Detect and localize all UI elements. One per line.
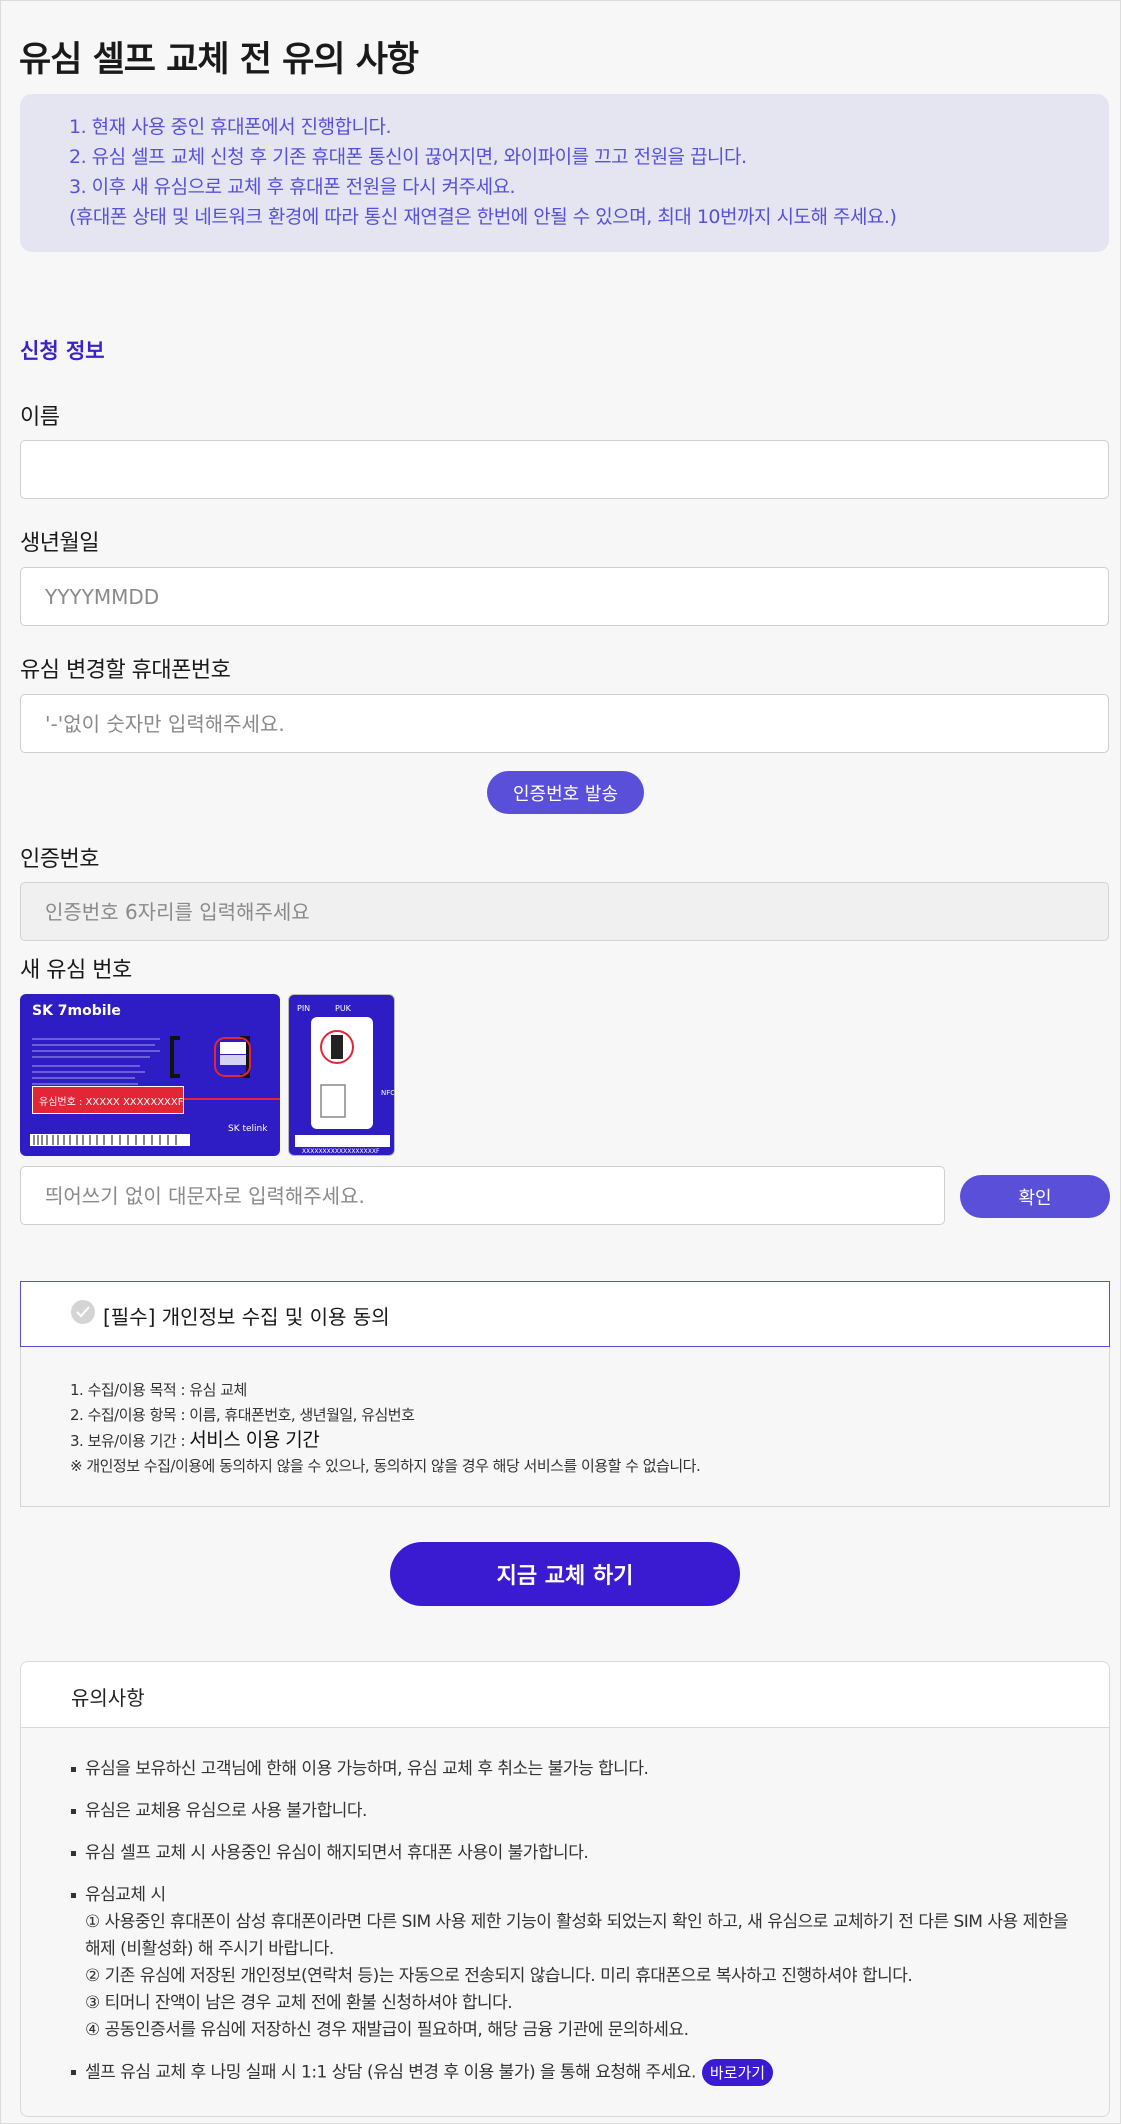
consent-period: 3. 보유/이용 기간 : 서비스 이용 기간 [70,1428,700,1454]
submit-button[interactable]: 지금 교체 하기 [390,1542,740,1606]
caution-item: 셀프 유심 교체 후 나밍 실패 시 1:1 상담 (유심 변경 후 이용 불가… [71,2059,1081,2087]
birth-label: 생년월일 [20,531,99,556]
consent-purpose: 1. 수집/이용 목적 : 유심 교체 [70,1381,247,1399]
sim-nfc-label: NFC [381,1089,395,1097]
check-circle-icon[interactable] [71,1300,95,1324]
consent-note: ※ 개인정보 수집/이용에 동의하지 않을 수 있으나, 동의하지 않을 경우 … [70,1457,701,1475]
birth-input[interactable] [20,567,1109,626]
notice-line: (휴대폰 상태 및 네트워크 환경에 따라 통신 재연결은 한번에 안될 수 있… [69,206,897,228]
name-input[interactable] [20,440,1109,499]
consent-period-prefix: 3. 보유/이용 기간 : [70,1432,190,1450]
sim-number-input[interactable] [20,1166,945,1225]
caution-item: 유심은 교체용 유심으로 사용 불가합니다. [71,1798,1081,1825]
consent-items: 2. 수집/이용 항목 : 이름, 휴대폰번호, 생년월일, 유심번호 [70,1406,415,1424]
auth-label: 인증번호 [20,847,99,872]
go-button[interactable]: 바로가기 [701,2059,774,2086]
caution-item: 유심교체 시 ① 사용중인 휴대폰이 삼성 휴대폰이라면 다른 SIM 사용 제… [71,1882,1081,2044]
sim-telink-logo: SK telink [228,1124,268,1134]
caution-item-text: 셀프 유심 교체 후 나밍 실패 시 1:1 상담 (유심 변경 후 이용 불가… [85,2062,696,2083]
caution-sub-item: ③ 티머니 잔액이 남은 경우 교체 전에 환불 신청하셔야 합니다. [85,1993,513,2013]
consent-period-value: 서비스 이용 기간 [189,1429,320,1451]
sim-serial-label-box: 유심번호 : XXXXX XXXXXXXXF [32,1086,184,1114]
caution-box: 유의사항 유심을 보유하신 고객님에 한해 이용 가능하며, 유심 교체 후 취… [20,1661,1110,2117]
sim-back-decoration [295,1017,390,1147]
consent-details: 1. 수집/이용 목적 : 유심 교체 2. 수집/이용 항목 : 이름, 휴대… [70,1378,701,1479]
sim-barcode-text: XXXXXXXXXXXXXXXXXXF [302,1148,380,1155]
caution-sub-item: ② 기존 유심에 저장된 개인정보(연락처 등)는 자동으로 전송되지 않습니다… [85,1966,913,1986]
phone-input[interactable] [20,694,1109,753]
notice-line: 1. 현재 사용 중인 휴대폰에서 진행합니다. [69,116,392,138]
notice-box: 1. 현재 사용 중인 휴대폰에서 진행합니다. 2. 유심 셀프 교체 신청 … [20,94,1109,252]
caution-title: 유의사항 [21,1662,1109,1728]
consent-title: [필수] 개인정보 수집 및 이용 동의 [103,1305,390,1329]
section-title: 신청 정보 [20,339,105,363]
confirm-button[interactable]: 확인 [960,1175,1110,1218]
consent-box: [필수] 개인정보 수집 및 이용 동의 1. 수집/이용 목적 : 유심 교체… [20,1281,1110,1507]
caution-item: 유심을 보유하신 고객님에 한해 이용 가능하며, 유심 교체 후 취소는 불가… [71,1756,1081,1783]
notice-line: 2. 유심 셀프 교체 신청 후 기존 휴대폰 통신이 끊어지면, 와이파이를 … [69,146,747,168]
caution-list: 유심을 보유하신 고객님에 한해 이용 가능하며, 유심 교체 후 취소는 불가… [71,1756,1081,2102]
caution-item-title: 유심교체 시 [85,1885,166,1905]
sim-card-back-image: PIN PUK NFC XXXXXXXXXXXXXXXXXXF [288,994,395,1156]
auth-code-input[interactable] [20,882,1109,941]
sim-serial-label: 유심번호 : XXXXX XXXXXXXXF [39,1097,184,1108]
page: 유심 셀프 교체 전 유의 사항 1. 현재 사용 중인 휴대폰에서 진행합니다… [0,0,1121,2124]
name-label: 이름 [20,405,60,430]
phone-label: 유심 변경할 휴대폰번호 [20,658,231,683]
caution-item: 유심 셀프 교체 시 사용중인 유심이 해지되면서 휴대폰 사용이 불가합니다. [71,1840,1081,1867]
notice-line: 3. 이후 새 유심으로 교체 후 휴대폰 전원을 다시 켜주세요. [69,176,516,198]
send-auth-button[interactable]: 인증번호 발송 [487,771,644,814]
page-title: 유심 셀프 교체 전 유의 사항 [19,40,419,80]
sim-card-front-image: SK 7mobile 유심번호: XXXXX XXXXXXXXF SK tel… [20,994,280,1156]
sim-number-label: 새 유심 번호 [20,958,132,983]
caution-sub-item: ① 사용중인 휴대폰이 삼성 휴대폰이라면 다른 SIM 사용 제한 기능이 활… [85,1912,1069,1959]
consent-toggle[interactable]: [필수] 개인정보 수집 및 이용 동의 [20,1281,1110,1347]
caution-sub-item: ④ 공동인증서를 유심에 저장하신 경우 재발급이 필요하며, 해당 금융 기관… [85,2020,689,2040]
